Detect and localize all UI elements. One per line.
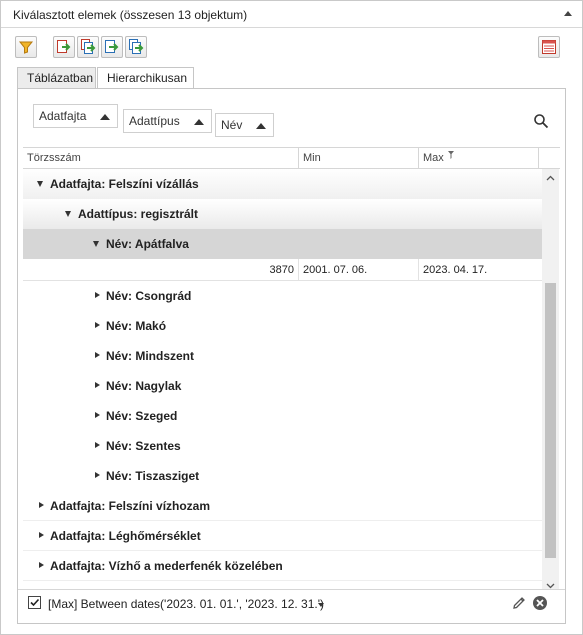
cell-max: 2023. 04. 17. [418,259,542,281]
vertical-scrollbar[interactable] [542,169,559,595]
panel-header: Kiválasztott elemek (összesen 13 objektu… [1,1,582,28]
sort-asc-icon[interactable] [100,114,110,120]
filter-enabled-checkbox[interactable] [28,596,41,609]
table-settings-button[interactable] [538,36,560,58]
search-icon[interactable] [533,113,549,129]
expand-arrow-icon[interactable] [95,382,100,388]
expand-arrow-icon[interactable] [39,532,44,538]
hierarchy-grid: Adatfajta: Felszíni vízállás Adattípus: … [23,169,542,595]
collapse-icon[interactable] [564,11,572,16]
sort-asc-icon[interactable] [194,119,204,125]
expand-arrow-icon[interactable] [95,412,100,418]
export-all-icon [81,39,96,54]
expand-arrow-icon[interactable] [95,322,100,328]
group-row-label: Adatfajta: Vízhő a mederfenék közelében [50,559,283,573]
chevron-down-icon[interactable] [318,603,324,607]
group-row-label: Név: Szentes [106,439,181,453]
filter-icon [18,41,34,54]
group-row-label: Név: Makó [106,319,167,333]
export-icon [57,40,71,53]
group-row-label: Adattípus: regisztrált [78,207,199,221]
expand-arrow-icon[interactable] [95,442,100,448]
group-row[interactable]: Név: Mindszent [23,341,542,371]
expand-arrow-icon[interactable] [95,292,100,298]
table-row[interactable]: 3870 2001. 07. 06. 2023. 04. 17. [23,259,542,281]
group-row-label: Adatfajta: Felszíni vízállás [50,177,199,191]
group-row-label: Név: Csongrád [106,289,192,303]
pencil-icon[interactable] [511,595,527,611]
group-chip-label: Adatfajta [39,109,87,123]
sort-asc-icon[interactable] [256,123,266,129]
tab-table[interactable]: Táblázatban [17,67,96,89]
group-row[interactable]: Név: Makó [23,311,542,341]
group-chip-label: Adattípus [129,114,180,128]
clear-filter-icon[interactable] [532,595,548,611]
group-row[interactable]: Adatfajta: Léghőmérséklet [23,521,542,551]
group-row[interactable]: Adatfajta: Felszíni vízhozam [23,491,542,521]
expand-arrow-icon[interactable] [95,352,100,358]
import-all-button[interactable] [125,36,147,58]
group-row[interactable]: Név: Szentes [23,431,542,461]
group-row[interactable]: Adatfajta: Vízhő a mederfenék közelében [23,551,542,581]
export-all-button[interactable] [77,36,99,58]
group-row-label: Név: Mindszent [106,349,195,363]
column-filter-icon[interactable] [447,150,455,160]
group-row[interactable]: Név: Tiszasziget [23,461,542,491]
cell-torzsszam: 3870 [269,264,294,276]
filter-button[interactable] [15,36,37,58]
scroll-up-icon[interactable] [546,175,555,181]
group-row-label: Név: Tiszasziget [106,469,200,483]
group-chip-adatfajta[interactable]: Adatfajta [33,104,118,128]
hierarchical-view: Adatfajta Adattípus Név Törzsszám Min Ma… [17,88,566,624]
group-row-label: Adatfajta: Felszíni vízhozam [50,499,211,513]
scrollbar-thumb[interactable] [545,283,556,558]
collapse-arrow-icon[interactable] [93,241,99,247]
expand-arrow-icon[interactable] [39,562,44,568]
import-button[interactable] [101,36,123,58]
filter-expression[interactable]: [Max] Between dates('2023. 01. 01.', '20… [48,597,324,611]
group-row[interactable]: Név: Szeged [23,401,542,431]
checkmark-icon [30,598,40,607]
table-settings-icon [542,40,556,54]
import-all-icon [129,39,144,54]
column-header-max[interactable]: Max [418,148,538,169]
tab-hierarchical[interactable]: Hierarchikusan [97,67,194,90]
export-button[interactable] [53,36,75,58]
group-row[interactable]: Név: Nagylak [23,371,542,401]
expand-arrow-icon[interactable] [95,472,100,478]
expand-arrow-icon[interactable] [39,502,44,508]
column-header-min[interactable]: Min [298,148,418,169]
import-icon [105,40,119,53]
panel-title: Kiválasztott elemek (összesen 13 objektu… [13,8,248,22]
column-header-label: Max [423,152,444,164]
collapse-arrow-icon[interactable] [65,211,71,217]
group-row[interactable]: Név: Csongrád [23,281,542,311]
column-header-torzsszam[interactable]: Törzsszám [23,148,298,169]
group-row-label: Név: Apátfalva [106,237,189,251]
collapse-arrow-icon[interactable] [37,181,43,187]
group-chip-adattipus[interactable]: Adattípus [123,109,212,133]
group-row-label: Név: Szeged [106,409,178,423]
selected-items-panel: Kiválasztott elemek (összesen 13 objektu… [0,0,583,635]
group-row-label: Név: Nagylak [106,379,182,393]
group-row-selected[interactable]: Név: Apátfalva [23,229,542,259]
grid-header: Törzsszám Min Max [23,147,560,169]
filter-bar: [Max] Between dates('2023. 01. 01.', '20… [18,589,565,617]
group-chip-nev[interactable]: Név [215,113,274,137]
group-chip-label: Név [221,118,243,132]
group-row[interactable]: Adatfajta: Felszíni vízállás [23,169,542,199]
column-header-spacer [538,148,560,169]
cell-min: 2001. 07. 06. [298,259,418,281]
group-row-label: Adatfajta: Léghőmérséklet [50,529,201,543]
group-row[interactable]: Adattípus: regisztrált [23,199,542,229]
